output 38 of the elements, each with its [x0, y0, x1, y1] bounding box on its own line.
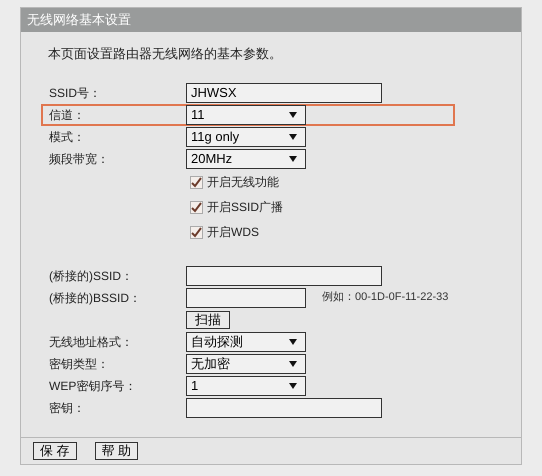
caret-icon: [289, 360, 297, 368]
dropdown-select[interactable]: 20MHz: [186, 148, 306, 168]
checkbox-label: 开启SSID广播: [207, 199, 284, 216]
caret-icon: [289, 338, 297, 346]
checkbox-label: 开启WDS: [207, 224, 259, 241]
field-label: SSID号：: [49, 86, 102, 100]
field-label: (桥接的)SSID：: [49, 268, 133, 282]
dropdown-select[interactable]: 11g only: [186, 126, 306, 146]
checkbox[interactable]: [190, 200, 203, 214]
input-field[interactable]: [186, 266, 382, 286]
dropdown-select[interactable]: 1: [186, 376, 306, 396]
caret-icon: [289, 110, 297, 118]
checkbox[interactable]: [190, 226, 203, 238]
field-label: 无线地址格式：: [49, 334, 133, 348]
panel-title: 无线网络基本设置: [21, 8, 521, 32]
field-label: 信道：: [49, 108, 85, 122]
field-label: WEP密钥序号：: [49, 378, 136, 392]
checkbox[interactable]: [190, 176, 203, 188]
example-hint: 例如：00-1D-0F-11-22-33: [322, 290, 448, 306]
input-field[interactable]: [186, 288, 306, 308]
field-label: 密钥类型：: [49, 356, 109, 370]
help-button[interactable]: 帮 助: [94, 442, 138, 460]
caret-icon: [289, 132, 297, 140]
field-label: 频段带宽：: [49, 152, 109, 166]
scan-button[interactable]: 扫描: [186, 310, 230, 328]
description: 本页面设置路由器无线网络的基本参数。: [47, 45, 283, 63]
checkbox-label: 开启无线功能: [207, 174, 279, 191]
caret-icon: [289, 382, 297, 390]
field-label: (桥接的)BSSID：: [49, 290, 142, 304]
field-label: 密钥：: [49, 400, 85, 414]
field-label: 模式：: [49, 130, 85, 144]
input-field[interactable]: [186, 398, 382, 418]
input-field[interactable]: JHWSX: [186, 82, 382, 102]
dropdown-select[interactable]: 无加密: [186, 354, 306, 374]
save-button[interactable]: 保 存: [33, 442, 77, 460]
dropdown-select[interactable]: 自动探测: [186, 332, 306, 352]
dropdown-select[interactable]: 11: [186, 104, 306, 124]
caret-icon: [289, 154, 297, 162]
